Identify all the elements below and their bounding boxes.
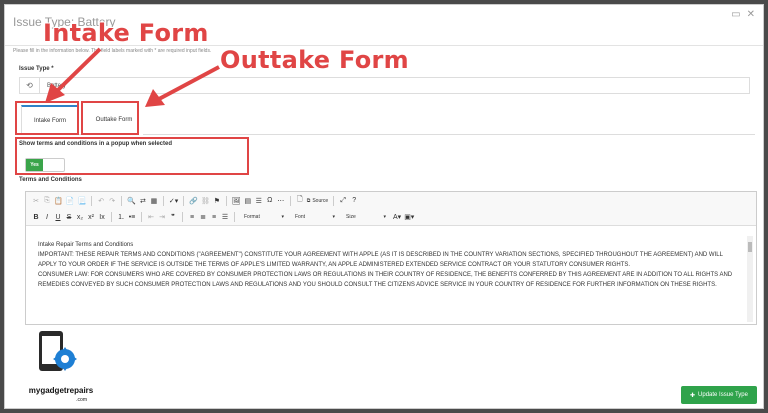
issue-type-modal: Issue Type: Battery ▭ ✕ Please fill in t… bbox=[4, 4, 764, 409]
screenshot-frame: Issue Type: Battery ▭ ✕ Please fill in t… bbox=[0, 0, 768, 413]
annotation-arrows bbox=[45, 47, 220, 107]
